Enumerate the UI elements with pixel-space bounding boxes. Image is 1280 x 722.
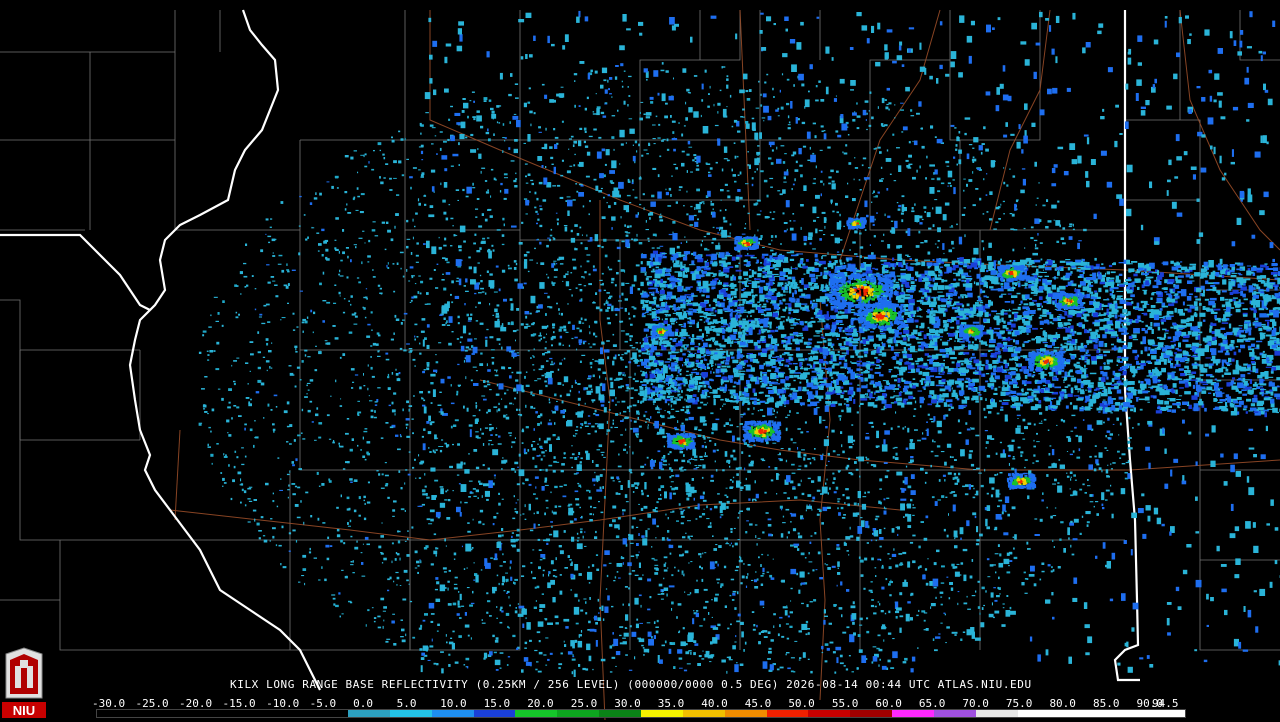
scale-swatch	[97, 710, 139, 717]
scale-swatch	[431, 710, 474, 717]
scale-swatch	[850, 710, 893, 717]
scale-swatch	[1017, 710, 1060, 717]
scale-swatch	[766, 710, 809, 717]
scale-swatch	[180, 710, 223, 717]
radar-caption: KILX LONG RANGE BASE REFLECTIVITY (0.25K…	[230, 678, 1032, 691]
scale-swatch	[682, 710, 725, 717]
scale-swatch	[599, 710, 641, 717]
scale-swatch	[138, 710, 181, 717]
scale-swatch	[892, 710, 934, 717]
reflectivity-color-scale	[96, 709, 1186, 718]
scale-swatch	[808, 710, 851, 717]
scale-swatch	[640, 710, 683, 717]
scale-swatch	[975, 710, 1018, 717]
scale-swatch	[515, 710, 558, 717]
radar-map	[0, 0, 1280, 720]
scale-swatch	[348, 710, 390, 717]
scale-swatch	[1143, 710, 1185, 717]
scale-swatch	[389, 710, 432, 717]
scale-swatch	[933, 710, 976, 717]
scale-swatch	[1101, 710, 1144, 717]
scale-swatch	[473, 710, 516, 717]
scale-swatch	[264, 710, 307, 717]
scale-swatch	[1059, 710, 1102, 717]
niu-logo: NIU	[2, 646, 46, 718]
scale-swatch	[724, 710, 767, 717]
scale-swatch	[222, 710, 265, 717]
scale-swatch	[557, 710, 600, 717]
reflectivity-scale-labels: -30.0 -25.0 -20.0 -15.0 -10.0 -5.0 0.0 5.0 10.0 1…	[92, 697, 1194, 710]
scale-swatch	[306, 710, 349, 717]
